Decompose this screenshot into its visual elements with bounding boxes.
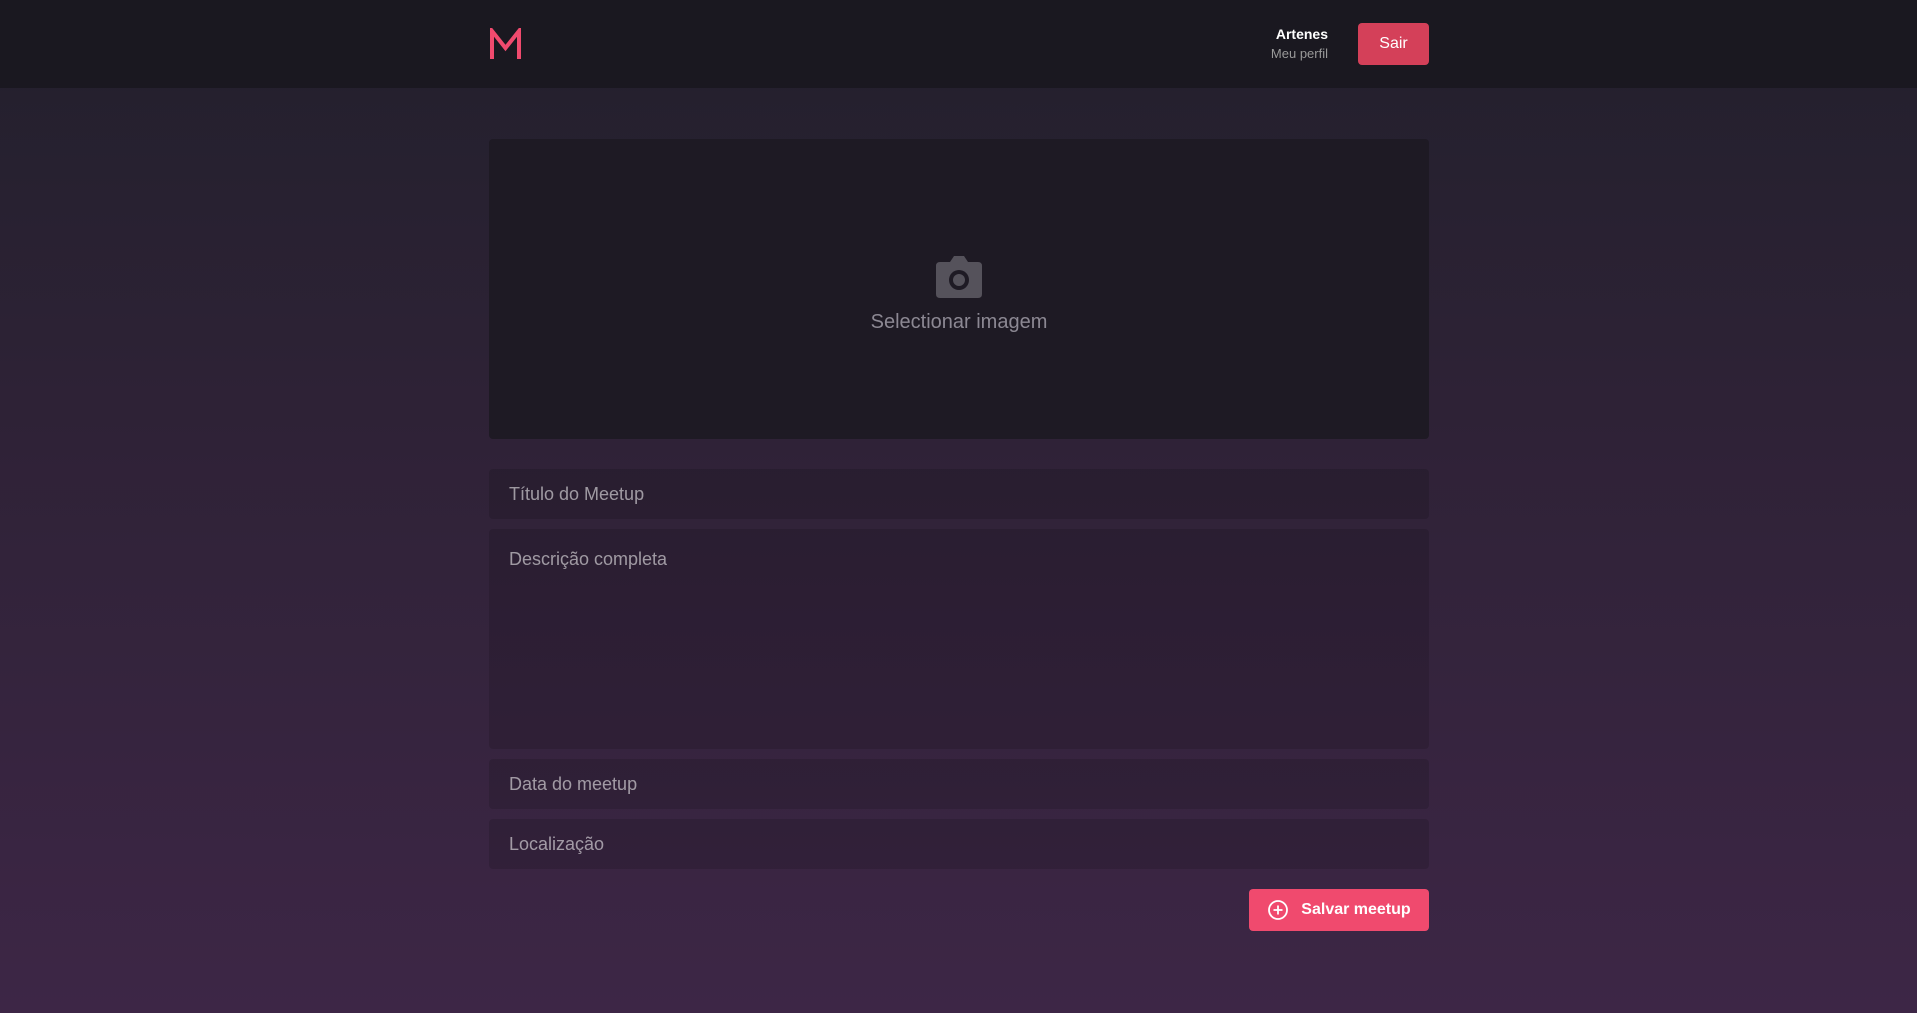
form-actions: Salvar meetup [489, 889, 1429, 931]
camera-icon [936, 255, 982, 298]
user-area: Artenes Meu perfil Sair [1271, 23, 1429, 65]
description-textarea[interactable] [489, 529, 1429, 749]
user-info: Artenes Meu perfil [1271, 25, 1328, 63]
location-input[interactable] [489, 819, 1429, 869]
app-header: Artenes Meu perfil Sair [0, 0, 1917, 88]
profile-link[interactable]: Meu perfil [1271, 45, 1328, 63]
title-input[interactable] [489, 469, 1429, 519]
plus-circle-icon [1268, 900, 1289, 920]
image-picker-label: Selectionar imagem [870, 310, 1048, 333]
user-name: Artenes [1275, 26, 1328, 42]
header-inner: Artenes Meu perfil Sair [489, 0, 1429, 88]
date-input[interactable] [489, 759, 1429, 809]
save-meetup-button[interactable]: Salvar meetup [1249, 889, 1429, 931]
logout-button[interactable]: Sair [1358, 23, 1429, 65]
meetup-form: Selectionar imagem Salvar meetup [489, 139, 1429, 931]
image-picker[interactable]: Selectionar imagem [489, 139, 1429, 439]
save-meetup-label: Salvar meetup [1301, 901, 1411, 918]
meetapp-logo[interactable] [489, 27, 522, 61]
